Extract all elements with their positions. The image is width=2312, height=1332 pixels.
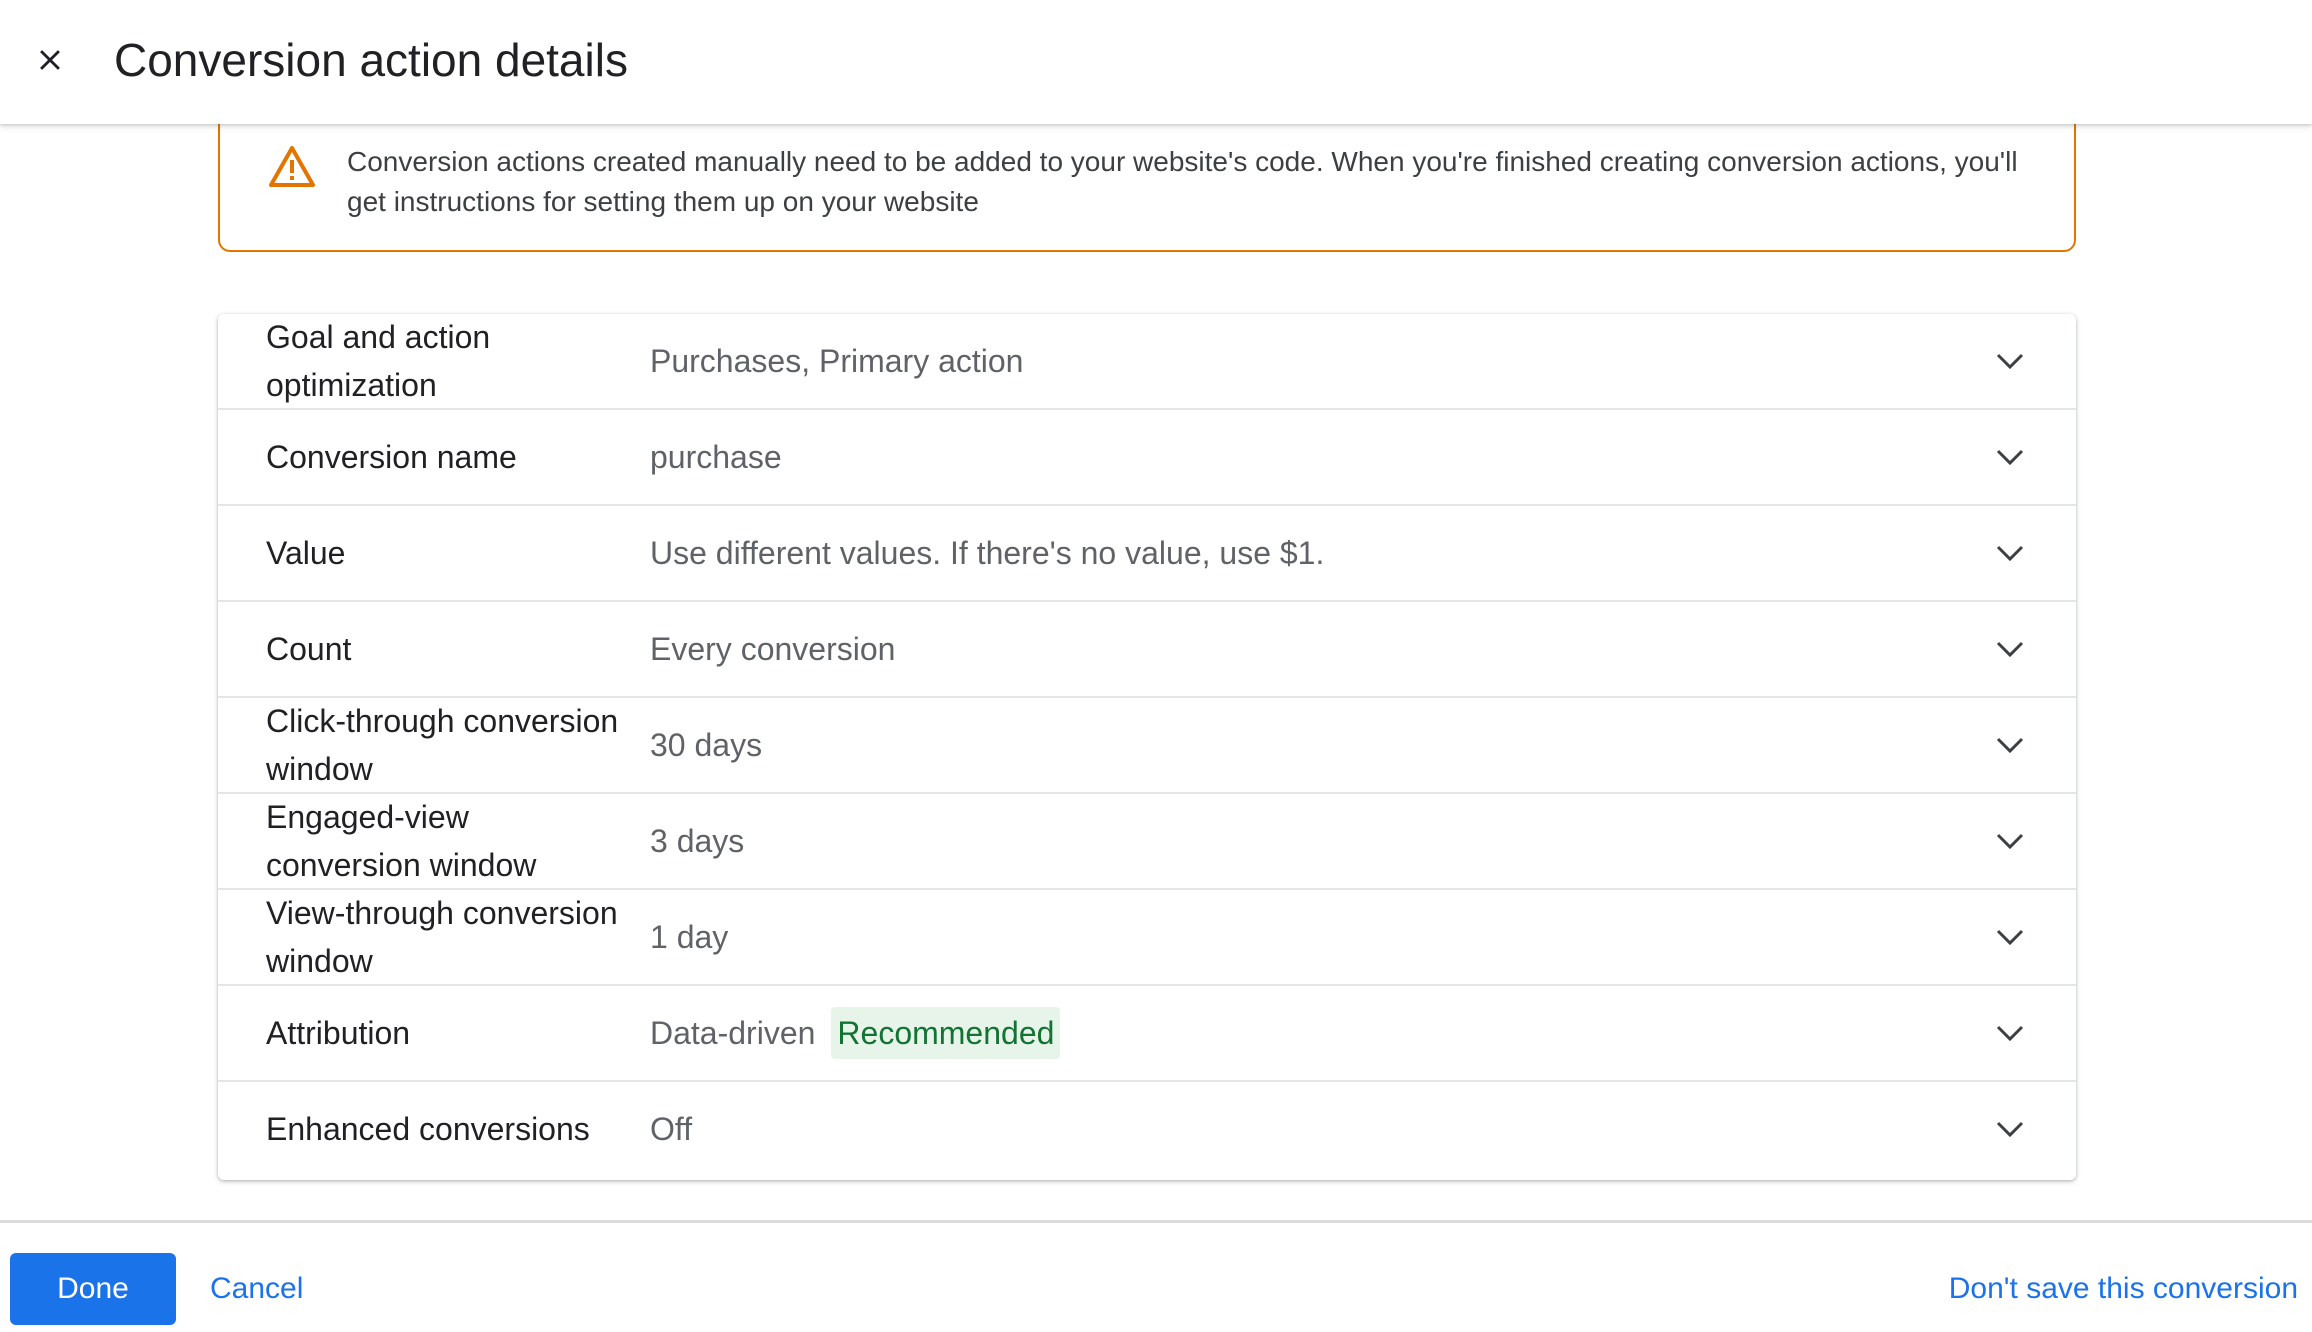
setting-row-enhanced-conversions[interactable]: Enhanced conversions Off (218, 1080, 2076, 1176)
setting-row-engaged-view-window[interactable]: Engaged-view conversion window 3 days (218, 792, 2076, 888)
recommended-badge: Recommended (831, 1007, 1061, 1059)
setting-label: Click-through conversion window (266, 703, 619, 787)
setting-value-text: 3 days (650, 823, 745, 859)
chevron-down-icon (1996, 929, 2024, 946)
setting-label: Goal and action optimization (266, 319, 491, 403)
setting-row-click-through-window[interactable]: Click-through conversion window 30 days (218, 696, 2076, 792)
done-button[interactable]: Done (10, 1253, 176, 1325)
setting-value-text: 1 day (650, 919, 729, 955)
setting-row-conversion-name[interactable]: Conversion name purchase (218, 408, 2076, 504)
setting-label: Count (266, 631, 352, 667)
setting-row-count[interactable]: Count Every conversion (218, 600, 2076, 696)
warning-notice: Conversion actions created manually need… (218, 112, 2076, 252)
warning-icon (269, 146, 315, 187)
chevron-down-icon (1996, 545, 2024, 562)
chevron-down-icon (1996, 1025, 2024, 1042)
expand-button[interactable] (1990, 917, 2030, 957)
setting-label: Engaged-view conversion window (266, 799, 537, 883)
setting-value: Data-driven Recommended (650, 1007, 1061, 1059)
chevron-down-icon (1996, 449, 2024, 466)
setting-value: purchase (650, 433, 782, 481)
chevron-down-icon (1996, 833, 2024, 850)
setting-row-view-through-window[interactable]: View-through conversion window 1 day (218, 888, 2076, 984)
conversion-action-details-page: Conversion action details Conversion act… (0, 0, 2312, 1332)
setting-label: Attribution (266, 1015, 411, 1051)
setting-row-goal-and-action-optimization[interactable]: Goal and action optimization Purchases, … (218, 314, 2076, 408)
chevron-down-icon (1996, 353, 2024, 370)
setting-value: Use different values. If there's no valu… (650, 529, 1324, 577)
chevron-down-icon (1996, 641, 2024, 658)
setting-row-value[interactable]: Value Use different values. If there's n… (218, 504, 2076, 600)
warning-notice-text: Conversion actions created manually need… (347, 146, 2018, 217)
setting-value: Every conversion (650, 625, 895, 673)
conversion-settings-card: Goal and action optimization Purchases, … (218, 314, 2076, 1180)
chevron-down-icon (1996, 1121, 2024, 1138)
setting-label: Value (266, 535, 346, 571)
expand-button[interactable] (1990, 1013, 2030, 1053)
expand-button[interactable] (1990, 725, 2030, 765)
expand-button[interactable] (1990, 533, 2030, 573)
setting-value-text: Purchases, Primary action (650, 343, 1024, 379)
setting-label: Conversion name (266, 439, 517, 475)
expand-button[interactable] (1990, 821, 2030, 861)
setting-value: Purchases, Primary action (650, 337, 1023, 385)
expand-button[interactable] (1990, 629, 2030, 669)
setting-value-text: Use different values. If there's no valu… (650, 535, 1325, 571)
setting-value-text: 30 days (650, 727, 763, 763)
page-title: Conversion action details (114, 34, 628, 86)
setting-value-text: Off (650, 1111, 693, 1147)
setting-value: 1 day (650, 913, 728, 961)
chevron-down-icon (1996, 737, 2024, 754)
close-button[interactable] (22, 32, 78, 88)
setting-label: View-through conversion window (266, 895, 618, 979)
setting-row-attribution[interactable]: Attribution Data-driven Recommended (218, 984, 2076, 1080)
setting-value: 30 days (650, 721, 762, 769)
close-icon (40, 50, 60, 70)
expand-button[interactable] (1990, 1109, 2030, 1149)
setting-value-text: Data-driven (650, 1015, 816, 1051)
setting-value: Off (650, 1105, 692, 1153)
setting-label: Enhanced conversions (266, 1111, 590, 1147)
cancel-button[interactable]: Cancel (190, 1253, 323, 1325)
setting-value-text: Every conversion (650, 631, 896, 667)
setting-value-text: purchase (650, 439, 782, 475)
dont-save-conversion-link[interactable]: Don't save this conversion (1949, 1253, 2298, 1325)
expand-button[interactable] (1990, 437, 2030, 477)
expand-button[interactable] (1990, 341, 2030, 381)
setting-value: 3 days (650, 817, 744, 865)
action-footer: Done Cancel Don't save this conversion (0, 1220, 2312, 1332)
page-header: Conversion action details (0, 0, 2312, 124)
